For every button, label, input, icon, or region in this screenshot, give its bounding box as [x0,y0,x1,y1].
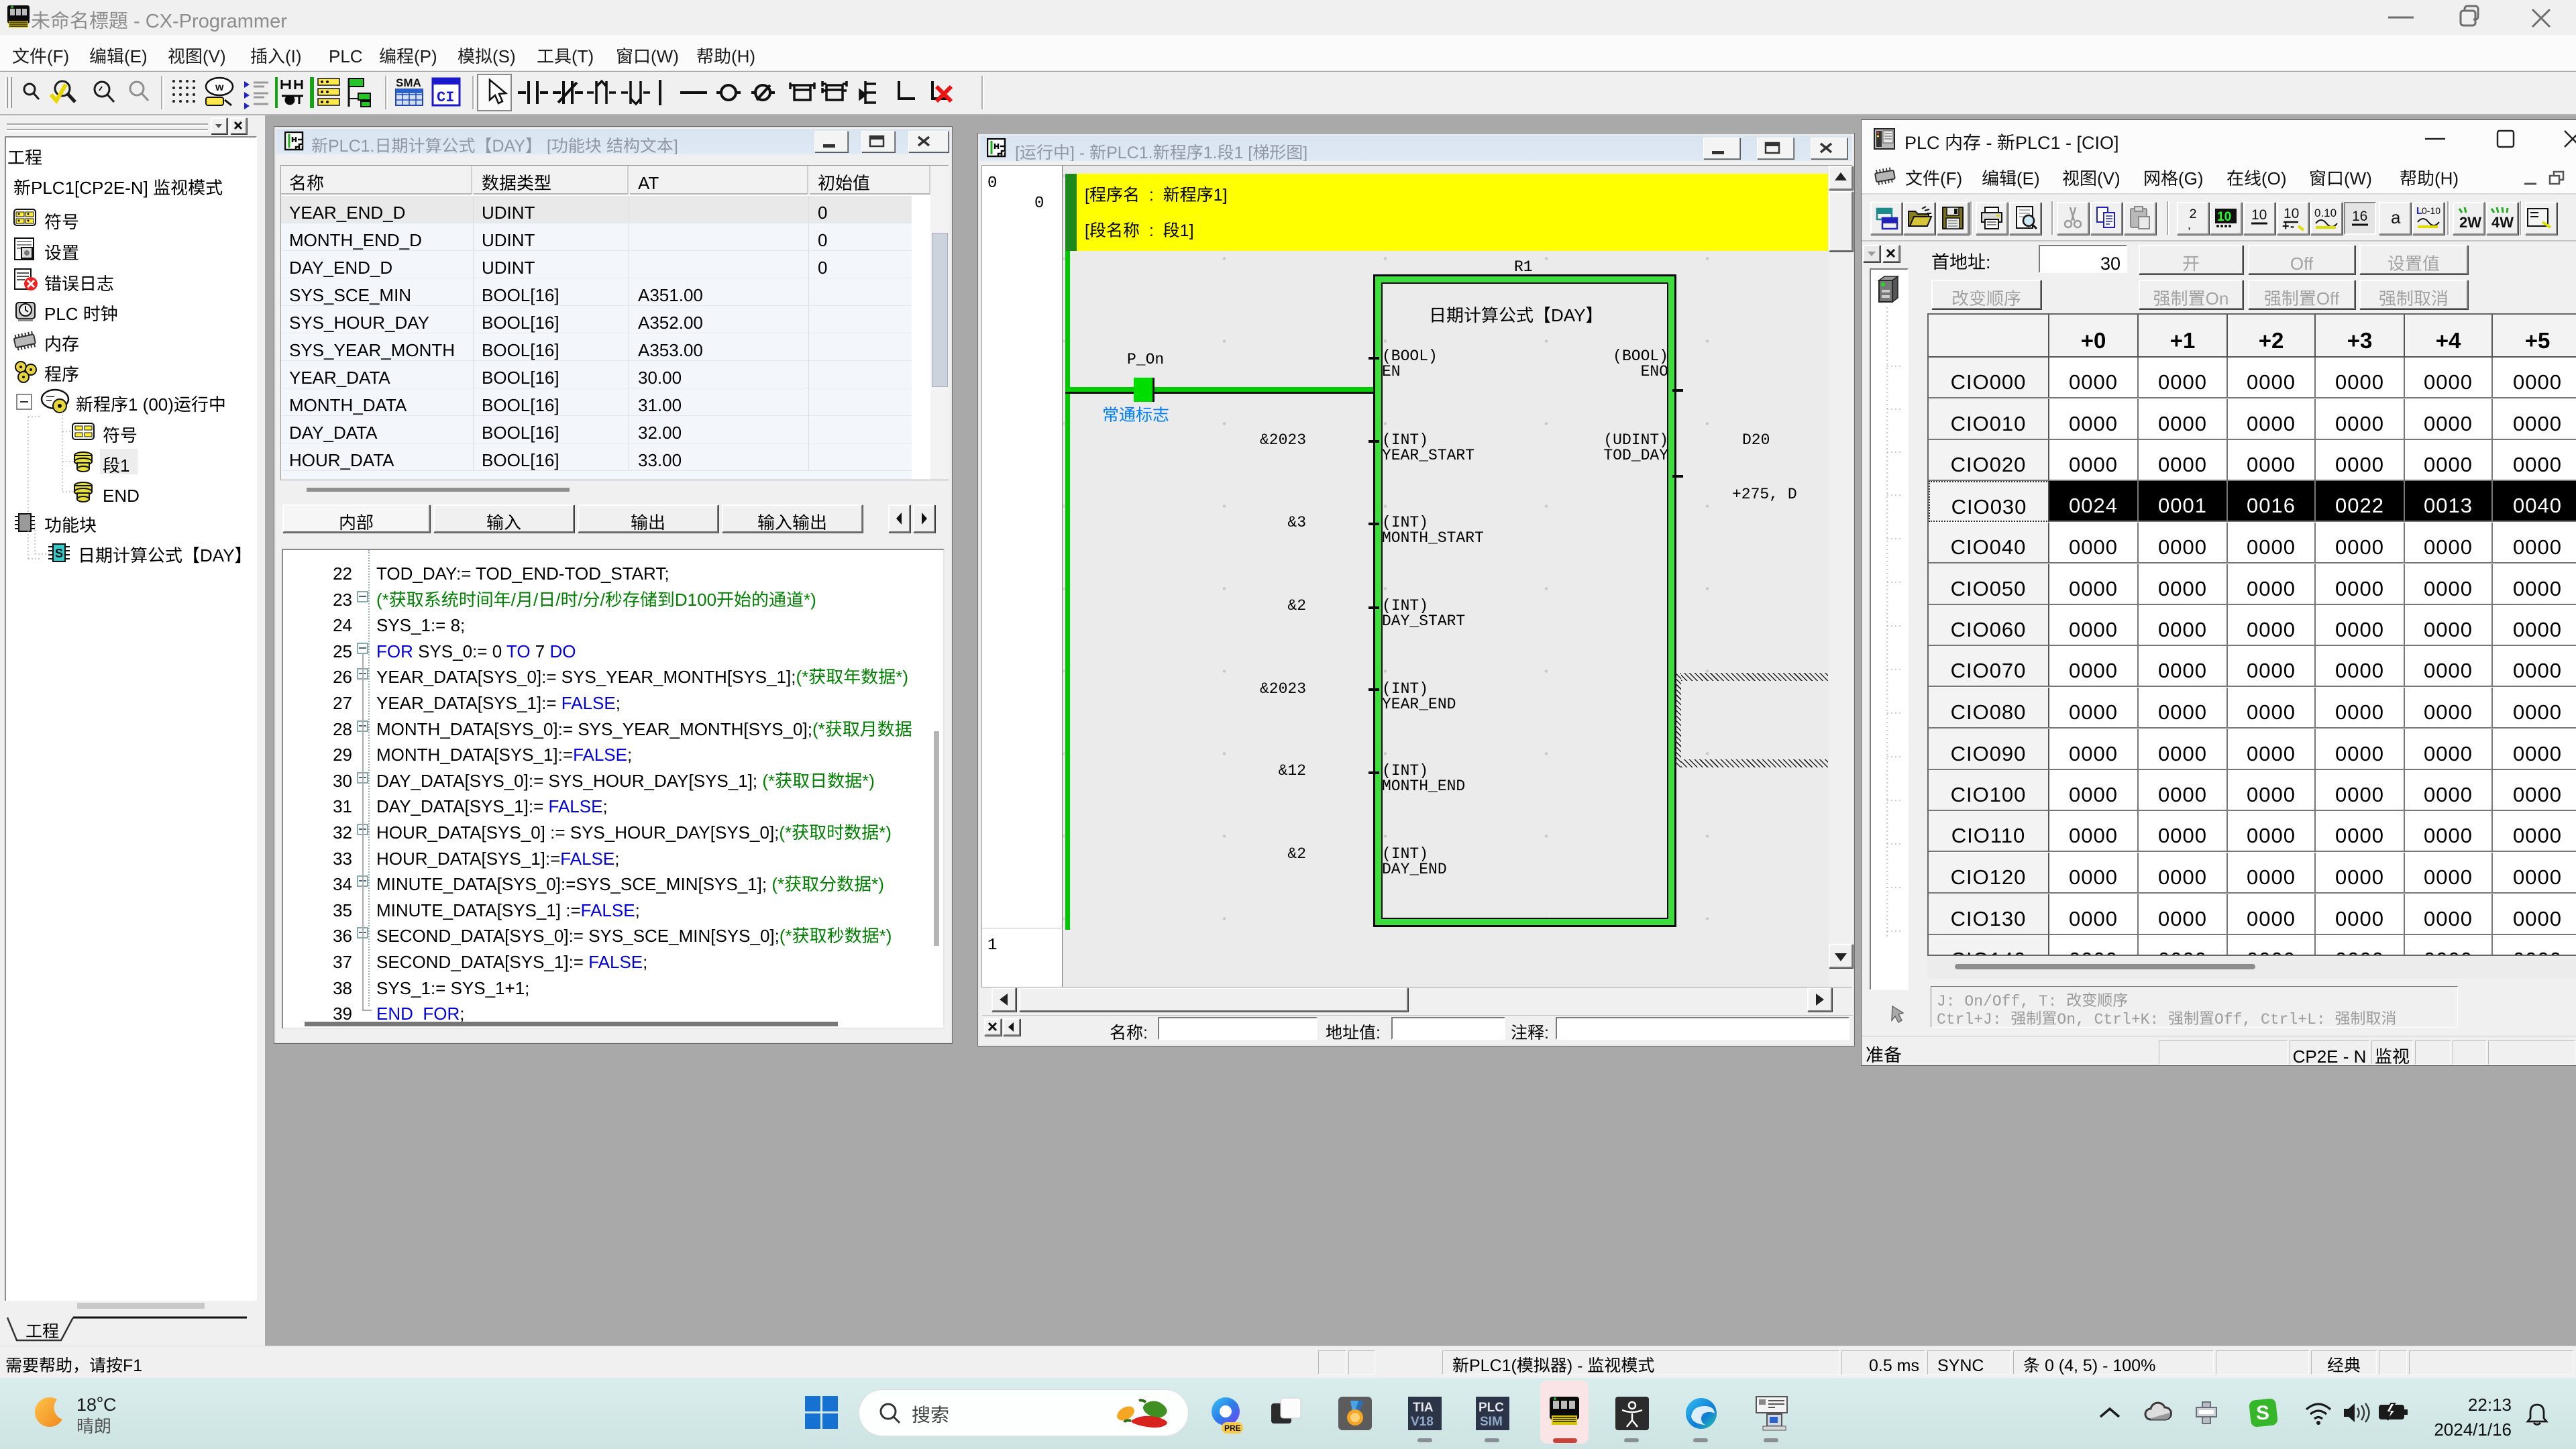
svg-text:SMA: SMA [396,73,421,90]
svg-text:PRE: PRE [1224,1422,1241,1434]
svg-text:+: + [2282,217,2290,233]
svg-text:2W: 2W [2459,211,2481,232]
svg-text:SIM: SIM [1480,1411,1503,1430]
svg-text:10: 10 [2217,207,2231,225]
svg-text:a: a [2391,204,2401,229]
svg-text:S: S [2256,1398,2269,1426]
svg-text:16: 16 [2352,205,2367,225]
svg-text:w: w [215,78,224,94]
svg-text:10: 10 [2251,204,2267,224]
svg-text:V18: V18 [1411,1411,1434,1430]
svg-text:0-10: 0-10 [2422,204,2440,217]
svg-text:4W: 4W [2491,211,2514,232]
svg-text:,: , [2188,215,2191,233]
svg-text:0.10: 0.10 [2314,203,2337,220]
svg-text:CI: CI [437,89,454,106]
svg-text:-: - [2290,217,2294,233]
